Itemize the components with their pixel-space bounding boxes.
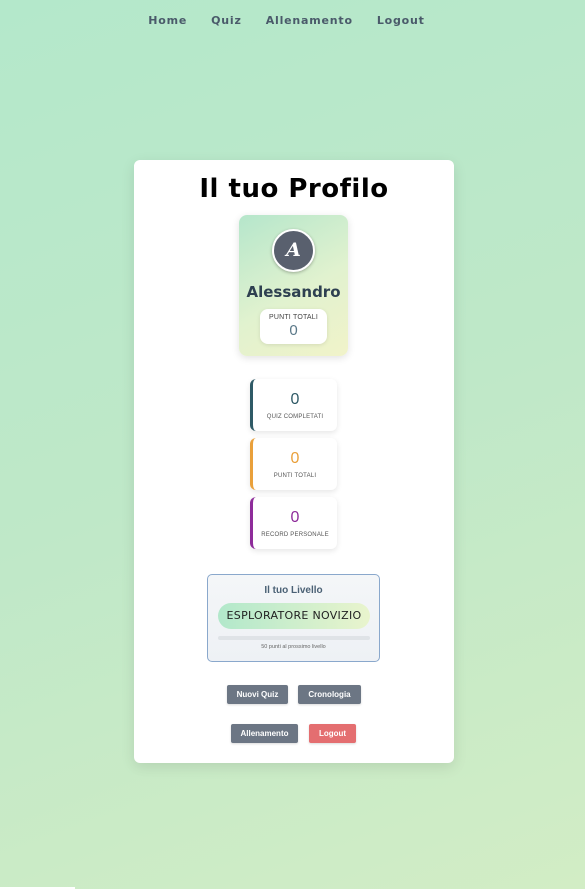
username: Alessandro — [246, 283, 341, 301]
total-points-box: PUNTI TOTALI 0 — [260, 309, 327, 344]
stat-label: QUIZ COMPLETATI — [266, 414, 324, 420]
stat-quiz-completed: 0 QUIZ COMPLETATI — [250, 379, 337, 431]
history-button[interactable]: Cronologia — [298, 685, 361, 704]
stat-value: 0 — [290, 509, 300, 526]
level-progress-note: 50 punti al prossimo livello — [261, 644, 326, 650]
stat-value: 0 — [290, 391, 300, 408]
nav-logout-link[interactable]: Logout — [377, 14, 425, 27]
new-quiz-button[interactable]: Nuovi Quiz — [227, 685, 288, 704]
total-points-label: PUNTI TOTALI — [268, 314, 319, 321]
nav-home-link[interactable]: Home — [148, 14, 187, 27]
logout-button[interactable]: Logout — [309, 724, 356, 743]
profile-card: Il tuo Profilo A Alessandro PUNTI TOTALI… — [134, 160, 454, 763]
total-points-value: 0 — [289, 322, 298, 339]
page-title: Il tuo Profilo — [199, 174, 389, 204]
avatar: A — [272, 229, 315, 272]
stat-value: 0 — [290, 450, 300, 467]
user-summary: A Alessandro PUNTI TOTALI 0 — [239, 215, 348, 356]
training-button[interactable]: Allenamento — [231, 724, 298, 743]
level-title: Il tuo Livello — [264, 585, 323, 596]
stat-label: RECORD PERSONALE — [261, 532, 329, 538]
nav-quiz-link[interactable]: Quiz — [211, 14, 242, 27]
level-panel: Il tuo Livello ESPLORATORE NOVIZIO 50 pu… — [207, 574, 380, 662]
stat-total-points: 0 PUNTI TOTALI — [250, 438, 337, 490]
stat-personal-record: 0 RECORD PERSONALE — [250, 497, 337, 549]
top-nav: Home Quiz Allenamento Logout — [0, 14, 585, 27]
level-badge: ESPLORATORE NOVIZIO — [218, 603, 370, 629]
stat-label: PUNTI TOTALI — [273, 473, 317, 479]
level-progress-bar — [218, 636, 370, 640]
nav-training-link[interactable]: Allenamento — [266, 14, 353, 27]
